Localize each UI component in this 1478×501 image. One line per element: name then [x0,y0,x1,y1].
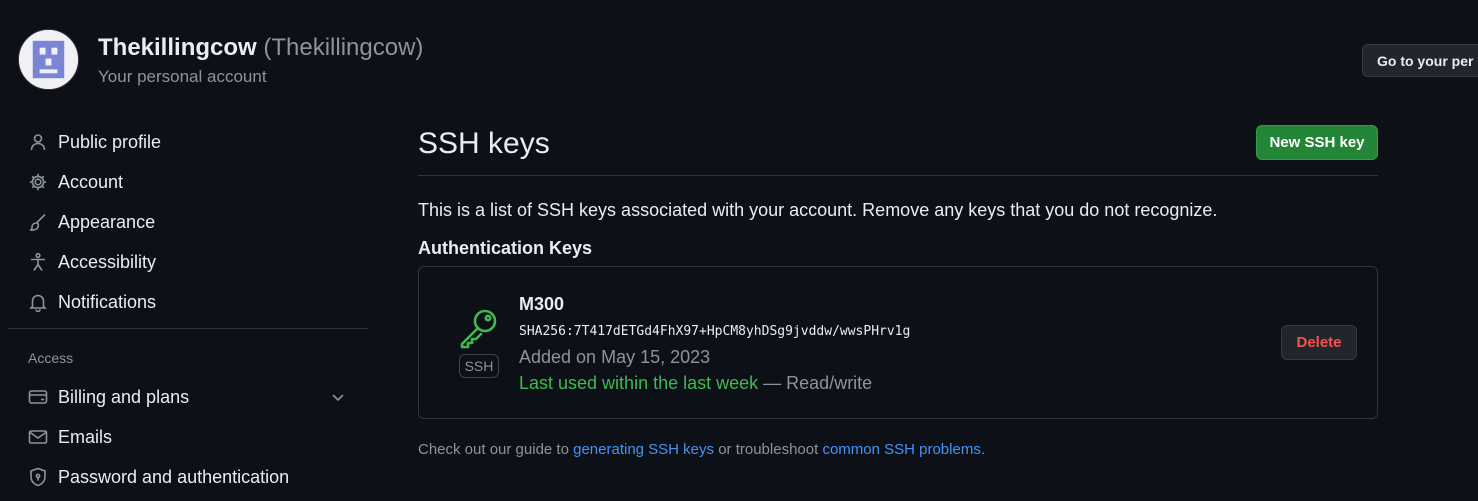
avatar[interactable] [18,29,79,90]
authentication-keys-heading: Authentication Keys [418,238,593,258]
delete-key-button[interactable]: Delete [1281,325,1357,360]
help-suffix: . [980,441,985,458]
sidebar-item-label: Accessibility [58,251,157,272]
identicon [19,30,78,89]
key-usage: Last used within the last week — Read/wr… [519,373,872,394]
sidebar-item-label: Emails [58,426,113,447]
paintbrush-icon [28,212,48,232]
account-name: Thekillingcow (Thekillingcow) [98,34,423,62]
key-fingerprint: SHA256:7T417dETGd4FhX97+HpCM8yhDSg9jvddw… [519,324,911,339]
sidebar-item-account[interactable]: Account [8,162,368,202]
person-icon [28,132,48,152]
key-last-used: Last used within the last week [519,373,759,393]
chevron-down-icon[interactable] [330,389,346,405]
settings-sidebar: Public profile Account Appearance Access… [8,122,368,497]
ssh-key-card: SSH M300 SHA256:7T417dETGd4FhX97+HpCM8yh… [418,266,1378,419]
sidebar-item-label: Public profile [58,131,162,152]
account-display-name[interactable]: Thekillingcow [98,34,257,61]
sidebar-section-access: Access [28,350,74,366]
mail-icon [28,427,48,447]
accessibility-icon [28,252,48,272]
account-handle: (Thekillingcow) [263,34,424,61]
common-ssh-problems-link[interactable]: common SSH problems [822,441,980,458]
sidebar-divider [8,328,368,329]
shield-lock-icon [28,467,48,487]
new-ssh-key-button[interactable]: New SSH key [1256,125,1378,160]
sidebar-item-appearance[interactable]: Appearance [8,202,368,242]
help-prefix: Check out our guide to [418,441,574,458]
title-divider [418,175,1378,176]
key-icon [457,305,501,349]
credit-card-icon [28,387,48,407]
sidebar-item-label: Account [58,171,124,192]
sidebar-item-billing[interactable]: Billing and plans [8,377,368,417]
intro-text: This is a list of SSH keys associated wi… [418,200,1218,220]
sidebar-item-public-profile[interactable]: Public profile [8,122,368,162]
sidebar-item-password-auth[interactable]: Password and authentication [8,457,368,497]
sidebar-item-notifications[interactable]: Notifications [8,282,368,322]
generating-ssh-keys-link[interactable]: generating SSH keys [573,441,714,458]
account-subtitle: Your personal account [98,67,267,86]
key-access-level: — Read/write [763,373,873,393]
help-middle: or troubleshoot [714,441,823,458]
sidebar-item-label: Password and authentication [58,466,290,487]
sidebar-item-accessibility[interactable]: Accessibility [8,242,368,282]
sidebar-item-label: Billing and plans [58,386,190,407]
ssh-badge: SSH [459,354,499,378]
key-added-date: Added on May 15, 2023 [519,347,711,367]
key-title: M300 [519,294,565,314]
gear-icon [28,172,48,192]
sidebar-item-label: Appearance [58,211,156,232]
sidebar-item-emails[interactable]: Emails [8,417,368,457]
page-title: SSH keys [418,127,550,160]
go-to-profile-button[interactable]: Go to your per [1362,44,1478,77]
sidebar-item-label: Notifications [58,291,157,312]
ssh-help-note: Check out our guide to generating SSH ke… [418,441,985,458]
bell-icon [28,292,48,312]
